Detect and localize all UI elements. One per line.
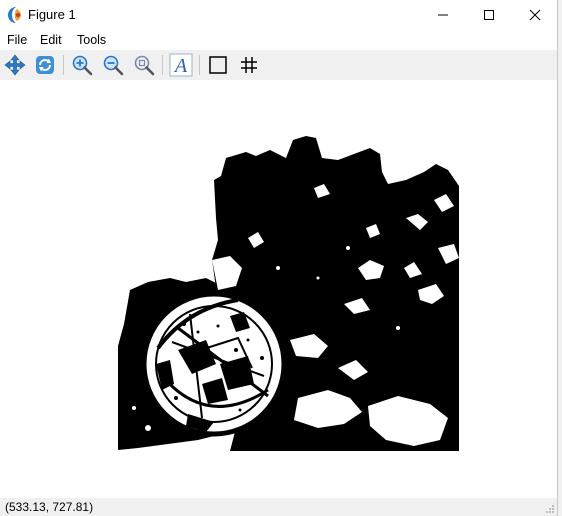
figure-canvas[interactable] [0, 80, 557, 498]
window-edge [558, 0, 562, 516]
refresh-icon [36, 56, 54, 74]
pan-button[interactable] [3, 53, 27, 77]
text-tool-button[interactable]: A [169, 53, 193, 77]
toolbar: A [0, 50, 557, 80]
rectangle-button[interactable] [206, 53, 230, 77]
zoom-out-button[interactable] [101, 53, 125, 77]
minimize-button[interactable] [420, 0, 466, 30]
figure-window: Figure 1 File Edit Tools A (533.13, 727.… [0, 0, 558, 516]
refresh-button[interactable] [33, 53, 57, 77]
square-icon [209, 56, 227, 74]
toolbar-separator [63, 55, 64, 75]
zoom-out-icon [103, 55, 124, 76]
zoom-fit-button[interactable] [132, 53, 156, 77]
minimize-icon [438, 14, 448, 16]
zoom-in-icon [72, 55, 93, 76]
status-bar: (533.13, 727.81) [0, 498, 557, 516]
maximize-button[interactable] [466, 0, 512, 30]
toolbar-separator [199, 55, 200, 75]
menu-tools[interactable]: Tools [77, 33, 106, 47]
toolbar-separator [162, 55, 163, 75]
cursor-coordinates: (533.13, 727.81) [5, 500, 94, 514]
text-tool-glyph: A [173, 55, 188, 77]
close-icon [529, 9, 541, 21]
menu-file[interactable]: File [7, 33, 27, 47]
pan-icon [4, 54, 26, 76]
app-logo-icon [8, 7, 21, 23]
window-title: Figure 1 [28, 7, 76, 22]
grid-icon [241, 57, 257, 73]
zoom-fit-icon [134, 55, 155, 76]
text-icon: A [169, 53, 193, 77]
menu-edit[interactable]: Edit [40, 33, 62, 47]
grid-button[interactable] [237, 53, 261, 77]
title-bar[interactable]: Figure 1 [0, 0, 557, 30]
binary-image [118, 136, 459, 451]
zoom-in-button[interactable] [70, 53, 94, 77]
resize-grip-icon[interactable] [545, 504, 555, 514]
maximize-icon [484, 10, 494, 20]
menu-bar: File Edit Tools [0, 30, 557, 50]
close-button[interactable] [512, 0, 558, 30]
